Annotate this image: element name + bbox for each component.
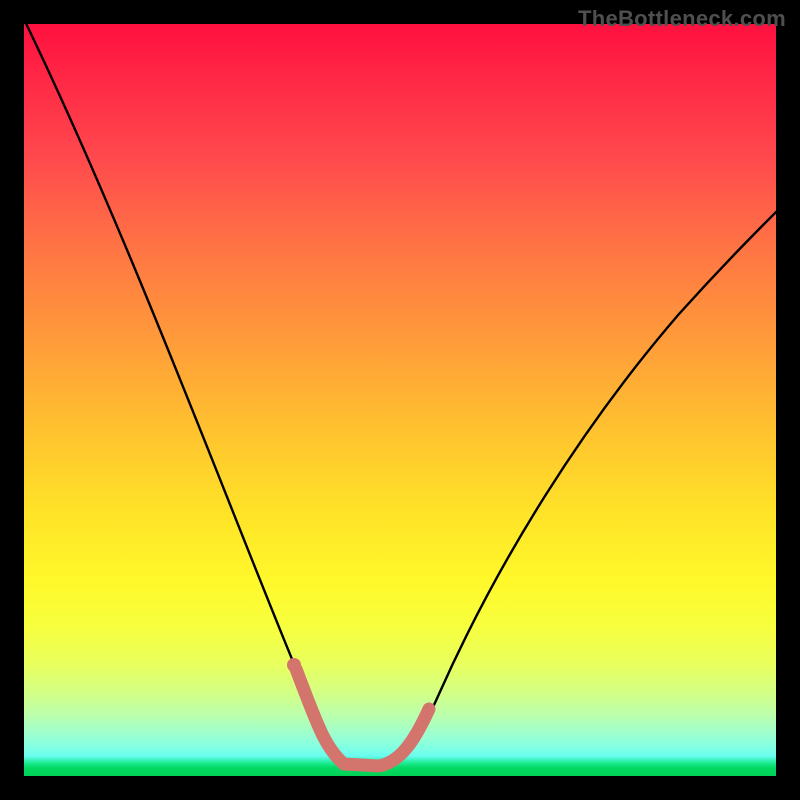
watermark: TheBottleneck.com [578,6,786,32]
chart-frame: TheBottleneck.com [0,0,800,800]
highlight-segment [296,669,429,766]
bottleneck-curve-layer [24,24,776,776]
highlight-end-dot-left [287,658,301,672]
plot-area [24,24,776,776]
bottleneck-curve [24,24,776,766]
